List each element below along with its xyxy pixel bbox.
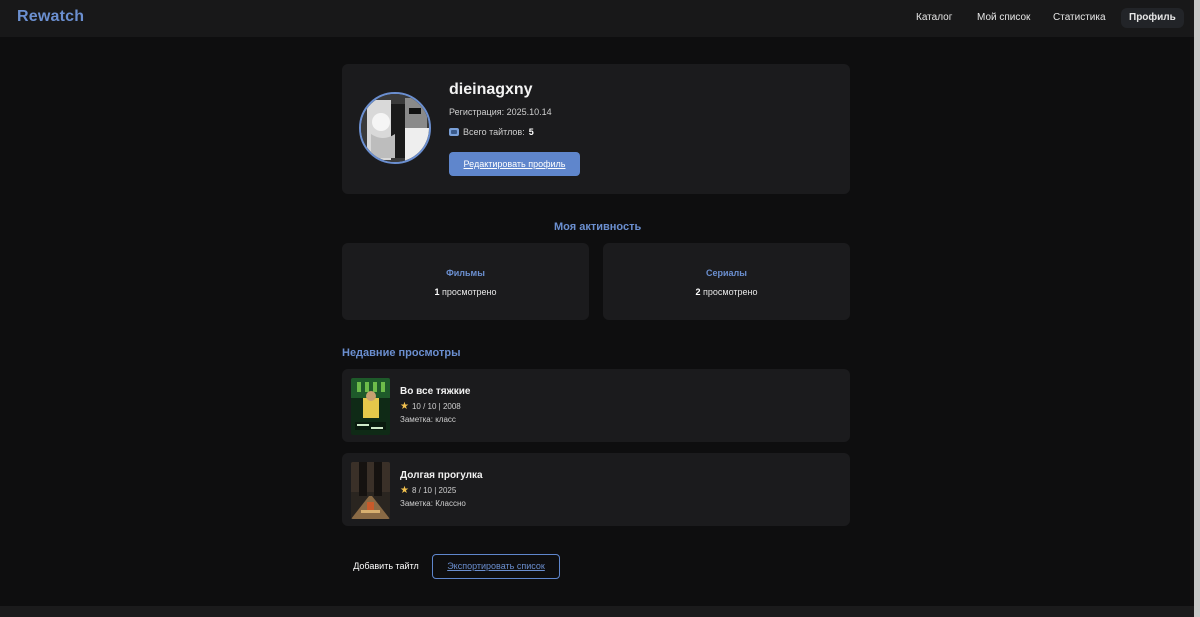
poster-image — [351, 462, 390, 519]
registration-date: 2025.10.14 — [506, 107, 552, 117]
series-count-suffix: просмотрено — [703, 287, 758, 297]
scrollbar[interactable] — [1194, 0, 1200, 617]
activity-movies-title: Фильмы — [446, 268, 485, 278]
total-titles-label: Всего тайтлов: — [463, 127, 525, 137]
recent-item-rating: ★ 8 / 10 | 2025 — [400, 484, 457, 496]
nav-statistics[interactable]: Статистика — [1045, 8, 1114, 28]
activity-title: Моя активность — [554, 221, 642, 233]
star-icon: ★ — [400, 400, 409, 412]
tv-icon — [449, 128, 459, 136]
poster-image — [351, 378, 390, 435]
total-titles-count: 5 — [528, 127, 534, 137]
series-count: 2 — [695, 287, 701, 297]
recent-item-rating-text: 8 / 10 | 2025 — [411, 486, 457, 495]
activity-series-title: Сериалы — [706, 268, 747, 278]
username: dieinagxny — [449, 81, 533, 98]
recent-item-rating: ★ 10 / 10 | 2008 — [400, 400, 461, 412]
registration-line: Регистрация: 2025.10.14 — [449, 107, 552, 117]
recent-item-rating-text: 10 / 10 | 2008 — [411, 402, 461, 411]
total-titles-line: Всего тайтлов: 5 — [449, 127, 534, 137]
nav-profile[interactable]: Профиль — [1121, 8, 1184, 28]
poster-breaking-bad[interactable] — [351, 378, 390, 435]
registration-label: Регистрация: — [449, 107, 505, 117]
brand-logo[interactable]: Rewatch — [17, 8, 84, 26]
recent-item-title[interactable]: Во все тяжкие — [400, 386, 470, 397]
recent-item-title[interactable]: Долгая прогулка — [400, 470, 483, 481]
movies-count-suffix: просмотрено — [442, 287, 497, 297]
movies-count: 1 — [434, 287, 440, 297]
edit-profile-button[interactable]: Редактировать профиль — [449, 152, 580, 176]
activity-card-series — [603, 243, 850, 320]
poster-long-walk[interactable] — [351, 462, 390, 519]
activity-series-count: 2 просмотрено — [603, 287, 850, 297]
recent-item-note: Заметка: Классно — [400, 499, 466, 508]
export-list-button[interactable]: Экспортировать список — [432, 554, 560, 579]
add-title-button[interactable]: Добавить тайтл — [342, 554, 430, 579]
avatar — [359, 92, 431, 164]
activity-movies-count: 1 просмотрено — [342, 287, 589, 297]
nav-my-list[interactable]: Мой список — [969, 8, 1038, 28]
recent-item-note: Заметка: класс — [400, 415, 456, 424]
footer-strip — [0, 606, 1194, 617]
activity-card-movies — [342, 243, 589, 320]
nav-catalog[interactable]: Каталог — [908, 8, 960, 28]
star-icon: ★ — [400, 484, 409, 496]
recent-title: Недавние просмотры — [342, 347, 461, 359]
